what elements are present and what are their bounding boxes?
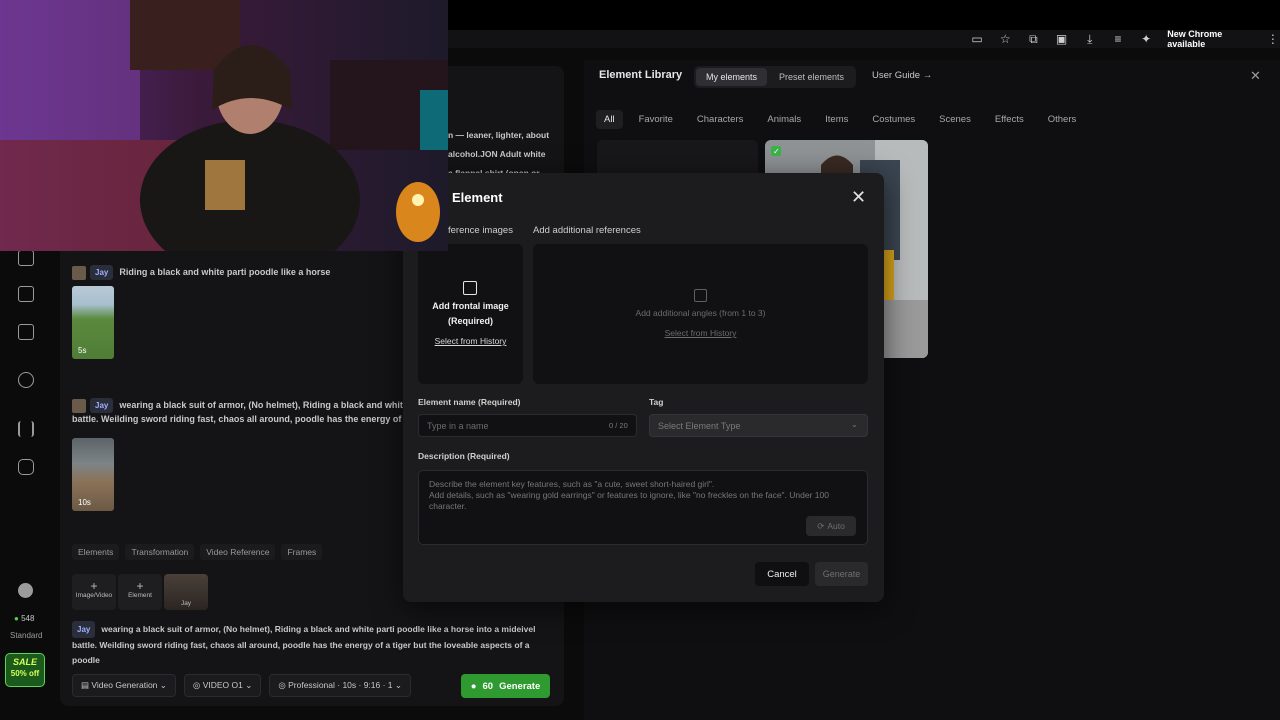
frontal-image-label: Add frontal image (Required) xyxy=(432,301,509,326)
tab-frames[interactable]: Frames xyxy=(281,544,323,560)
element-name-input[interactable] xyxy=(418,414,637,437)
tab-preset-elements[interactable]: Preset elements xyxy=(769,68,854,86)
bottom-tabs: Elements Transformation Video Reference … xyxy=(72,544,323,560)
tab-video-reference[interactable]: Video Reference xyxy=(200,544,276,560)
add-image-icon xyxy=(694,289,707,302)
media-icon[interactable]: ▣ xyxy=(1055,31,1069,47)
refresh-icon: ⟳ xyxy=(817,520,825,531)
auto-button[interactable]: ⟳ Auto xyxy=(806,516,856,536)
avatar-tool-icon[interactable] xyxy=(18,324,34,340)
select-from-history-link[interactable]: Select from History xyxy=(533,328,868,338)
sale-title: SALE xyxy=(12,657,37,667)
audio-icon[interactable] xyxy=(18,421,34,437)
kebab-menu-icon[interactable]: ⋮ xyxy=(1266,31,1280,47)
user-guide-link[interactable]: User Guide → xyxy=(872,70,932,81)
library-tabs: My elements Preset elements xyxy=(694,66,857,88)
category-animals[interactable]: Animals xyxy=(759,110,809,129)
category-characters[interactable]: Characters xyxy=(689,110,751,129)
browser-toolbar-actions: ▭ ☆ ⧉ ▣ ⤓ ≡ ✦ New Chrome available ⋮ xyxy=(970,28,1280,50)
category-others[interactable]: Others xyxy=(1040,110,1085,129)
category-items[interactable]: Items xyxy=(817,110,856,129)
plan-label: Standard xyxy=(10,631,43,640)
add-image-icon xyxy=(463,281,477,295)
cancel-button[interactable]: Cancel xyxy=(755,562,809,586)
tab-strip-icon[interactable]: ▭ xyxy=(970,31,984,47)
select-from-history-link[interactable]: Select from History xyxy=(418,336,523,346)
sale-badge[interactable]: SALE 50% off xyxy=(5,653,45,687)
category-all[interactable]: All xyxy=(596,110,623,129)
plus-icon: + xyxy=(136,579,144,593)
tab-transformation[interactable]: Transformation xyxy=(125,544,195,560)
tab-my-elements[interactable]: My elements xyxy=(696,68,768,86)
close-icon[interactable]: ✕ xyxy=(1250,68,1261,84)
add-element-button[interactable]: + Element xyxy=(118,574,162,610)
webcam-overlay xyxy=(0,0,448,251)
description-placeholder: Describe the element key features, such … xyxy=(429,479,829,511)
video-thumbnail[interactable]: 5s xyxy=(72,286,114,359)
settings-select[interactable]: ◎ Professional · 10s · 9:16 · 1 ⌄ xyxy=(269,674,412,697)
tab-elements[interactable]: Elements xyxy=(72,544,120,560)
credits-balance: ● 548 xyxy=(14,614,35,623)
additional-angles-label: Add additional angles (from 1 to 3) xyxy=(635,308,766,318)
chevron-down-icon: ⌄ xyxy=(851,420,858,429)
avatar xyxy=(72,398,86,413)
history-prompt: Jay wearing a black suit of armor, (No he… xyxy=(72,398,439,424)
tag-label: Tag xyxy=(649,397,664,407)
category-costumes[interactable]: Costumes xyxy=(864,110,923,129)
element-tag[interactable]: Jay xyxy=(90,265,114,280)
generate-button[interactable]: ● 60 Generate xyxy=(461,674,550,698)
video-thumbnail[interactable]: 10s xyxy=(72,438,114,511)
chrome-update-label[interactable]: New Chrome available xyxy=(1167,29,1252,49)
element-type-select[interactable]: Select Element Type xyxy=(649,414,868,437)
category-scenes[interactable]: Scenes xyxy=(931,110,979,129)
svg-text:✓: ✓ xyxy=(773,147,780,156)
library-icon[interactable] xyxy=(18,459,34,475)
mode-select[interactable]: ▤ Video Generation ⌄ xyxy=(72,674,176,697)
description-label: Description (Required) xyxy=(418,451,510,461)
category-effects[interactable]: Effects xyxy=(987,110,1032,129)
image-icon[interactable] xyxy=(18,250,34,266)
category-favorite[interactable]: Favorite xyxy=(631,110,681,129)
playlist-icon[interactable]: ≡ xyxy=(1111,31,1125,47)
model-select[interactable]: ◎ VIDEO O1 ⌄ xyxy=(183,674,262,697)
generation-settings-bar: ▤ Video Generation ⌄ ◎ VIDEO O1 ⌄ ◎ Prof… xyxy=(72,674,412,697)
edit-icon[interactable] xyxy=(18,372,34,388)
download-icon[interactable]: ⤓ xyxy=(1083,31,1097,47)
reference-images-label: ference images xyxy=(448,225,513,236)
extensions-icon[interactable]: ⧉ xyxy=(1026,31,1040,47)
character-counter: 0 / 20 xyxy=(609,421,628,430)
element-chip-jay[interactable]: Jay xyxy=(164,574,208,610)
user-avatar[interactable] xyxy=(18,583,33,598)
prompt-input[interactable]: Jay wearing a black suit of armor, (No he… xyxy=(72,621,552,668)
video-icon[interactable] xyxy=(18,286,34,302)
library-title: Element Library xyxy=(599,69,683,81)
element-tag[interactable]: Jay xyxy=(90,398,114,413)
element-name-label: Element name (Required) xyxy=(418,397,521,407)
category-filter: All Favorite Characters Animals Items Co… xyxy=(596,110,1084,129)
modal-title: Element xyxy=(452,190,503,205)
close-icon[interactable]: ✕ xyxy=(851,187,866,208)
history-prompt: Jay Riding a black and white parti poodle… xyxy=(72,265,330,280)
credit-icon: ● xyxy=(470,680,477,692)
arrow-right-icon: → xyxy=(922,70,933,81)
duration-label: 5s xyxy=(78,346,87,355)
puzzle-icon[interactable]: ✦ xyxy=(1139,31,1153,47)
element-tag[interactable]: Jay xyxy=(72,621,96,638)
plus-icon: + xyxy=(90,579,98,593)
sale-discount: 50% off xyxy=(10,669,40,678)
star-icon[interactable]: ☆ xyxy=(998,31,1012,47)
avatar xyxy=(72,265,86,280)
generate-element-button[interactable]: Generate xyxy=(815,562,868,586)
duration-label: 10s xyxy=(78,498,91,507)
add-image-video-button[interactable]: + Image/Video xyxy=(72,574,116,610)
additional-references-label: Add additional references xyxy=(533,225,641,236)
